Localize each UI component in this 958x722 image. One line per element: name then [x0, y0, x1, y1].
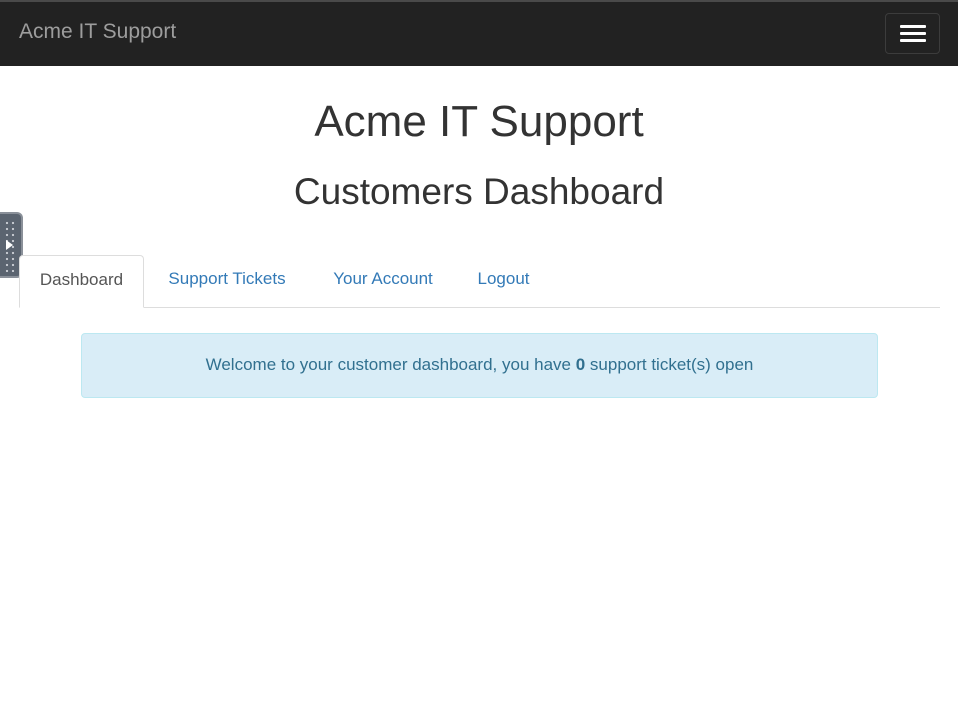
tab-your-account[interactable]: Your Account	[319, 255, 447, 308]
tab-support-tickets[interactable]: Support Tickets	[154, 255, 300, 308]
navbar-brand[interactable]: Acme IT Support	[19, 19, 176, 45]
menu-toggle-button[interactable]	[885, 13, 940, 54]
dashboard-tabs: Dashboard Support Tickets Your Account L…	[19, 255, 940, 308]
alert-text-prefix: Welcome to your customer dashboard, you …	[205, 355, 576, 374]
page-title: Acme IT Support	[314, 97, 644, 146]
top-navbar: Acme IT Support	[0, 0, 958, 66]
page-subtitle: Customers Dashboard	[293, 171, 665, 212]
play-icon	[6, 240, 13, 250]
welcome-alert: Welcome to your customer dashboard, you …	[81, 333, 878, 398]
open-ticket-count: 0	[575, 355, 586, 374]
alert-text-suffix: support ticket(s) open	[585, 355, 754, 374]
tab-dashboard[interactable]: Dashboard	[19, 255, 144, 308]
tab-logout[interactable]: Logout	[466, 255, 541, 308]
